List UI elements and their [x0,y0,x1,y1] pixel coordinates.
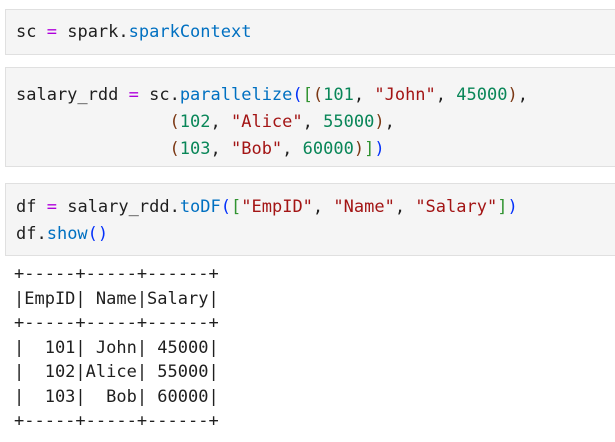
code-token: = [128,85,139,105]
code-token: ( [312,85,324,105]
code-token: "Salary" [415,197,498,217]
code-token: 103 [179,139,211,159]
code-token: 55000 [323,112,375,132]
code-token: , [210,112,231,132]
table-border-line: +-----+-----+------+ [14,313,219,333]
code-token: parallelize [179,85,293,105]
code-token: toDF [179,197,221,217]
table-border-line: +-----+-----+------+ [14,264,219,284]
code-token: show [46,224,88,244]
code-token: , [517,85,528,105]
code-token: , [394,197,416,217]
code-token: , [282,139,303,159]
table-row: | 102|Alice| 55000| [14,362,219,382]
code-token: ) [97,224,109,244]
code-cell-2[interactable]: salary_rdd = sc.parallelize([(101, "John… [5,67,615,167]
code-token: sc. [138,85,180,105]
code-editor[interactable]: df = salary_rdd.toDF(["EmpID", "Name", "… [6,184,615,248]
code-token: [ [231,197,242,217]
code-editor[interactable]: salary_rdd = sc.parallelize([(101, "John… [6,68,615,163]
code-token: , [210,139,231,159]
code-token: ) [507,85,518,105]
code-token: salary_rdd. [56,197,180,217]
code-token: "EmpID" [241,197,313,217]
table-border-line: +-----+-----+------+ [14,411,219,431]
code-token: , [312,197,334,217]
code-token: ) [507,197,518,217]
code-token: 60000 [302,139,354,159]
code-token: sparkContext [128,22,252,42]
code-token: "John" [374,85,436,105]
code-token: spark. [56,22,129,42]
code-token: sc [16,22,37,42]
code-cell-3[interactable]: df = salary_rdd.toDF(["EmpID", "Name", "… [5,183,615,256]
code-token: 101 [323,85,354,105]
code-token: 45000 [456,85,508,105]
code-cell-1[interactable]: sc = spark.sparkContext [5,9,615,55]
code-token: "Alice" [230,112,303,132]
code-token: df. [16,224,47,244]
code-token: ( [169,139,180,159]
code-token: = [46,197,57,217]
code-token: "Name" [333,197,395,217]
code-token: "Bob" [230,139,283,159]
cell-output: +-----+-----+------+ |EmpID| Name|Salary… [14,262,414,434]
code-token: , [353,85,375,105]
code-token: [ [302,85,313,105]
code-token: ( [169,112,180,132]
table-row: | 101| John| 45000| [14,337,219,358]
code-token: ) [374,112,385,132]
code-token: ] [497,197,508,217]
table-header-row: |EmpID| Name|Salary| [14,288,219,309]
code-token: ( [220,197,232,217]
code-token: , [435,85,457,105]
code-token: salary_rdd [16,85,119,105]
code-token: 102 [179,112,211,132]
code-token: ) [353,139,365,159]
code-token: , [302,112,324,132]
dataframe-table-output: +-----+-----+------+ |EmpID| Name|Salary… [14,262,414,434]
table-row: | 103| Bob| 60000| [14,386,219,407]
code-token: = [46,22,57,42]
code-token: ( [87,224,98,244]
code-token: ) [374,139,385,159]
code-token: ( [292,85,303,105]
code-token: , [384,112,395,132]
code-editor[interactable]: sc = spark.sparkContext [6,10,615,46]
code-token: df [16,197,37,217]
code-token: ] [364,139,375,159]
